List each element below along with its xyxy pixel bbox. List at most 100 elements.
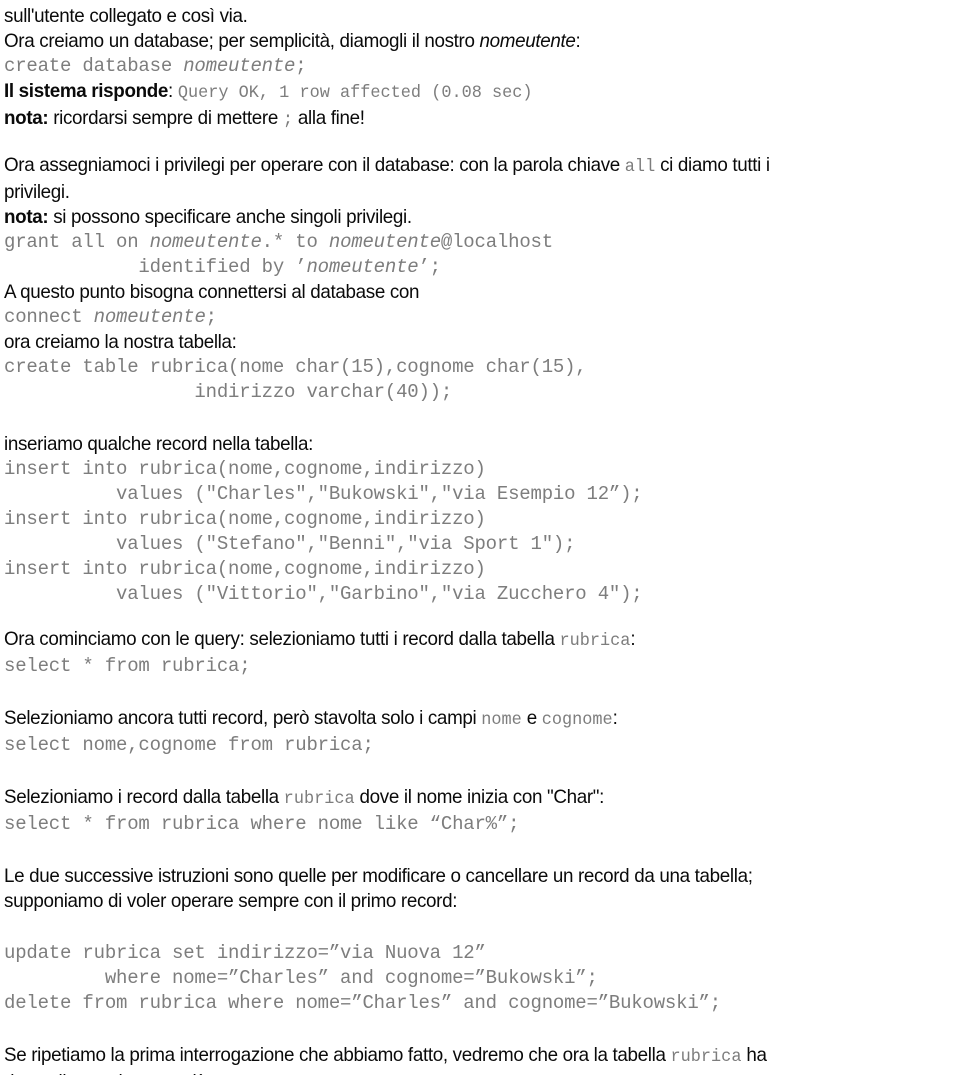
code-line-connect: connect nomeutente; (4, 305, 960, 330)
paragraph-line: Se ripetiamo la prima interrogazione che… (4, 1043, 927, 1070)
note-label: nota: (4, 206, 49, 228)
code-line-create-database: create database nomeutente; (4, 54, 960, 79)
code-line-delete: delete from rubrica where nome=”Charles”… (4, 991, 960, 1016)
text-run: supponiamo di voler operare sempre con i… (4, 890, 458, 912)
code-line-insert-3-values: values ("Vittorio","Garbino","via Zucche… (4, 582, 960, 607)
text-run: Ora assegniamoci i privilegi per operare… (4, 154, 625, 176)
paragraph-line: A questo punto bisogna connettersi al da… (4, 280, 927, 305)
code-line-grant: grant all on nomeutente.* to nomeutente@… (4, 230, 960, 255)
text-run: ha (741, 1044, 767, 1066)
text-run: Se ripetiamo la prima interrogazione che… (4, 1044, 671, 1066)
code-line-select-columns: select nome,cognome from rubrica; (4, 733, 960, 758)
paragraph-line: Ora creiamo un database; per semplicità,… (4, 29, 927, 54)
text-run: : (612, 707, 618, 729)
text-run: : (630, 628, 636, 650)
code-run: @localhost (440, 231, 553, 253)
code-run: create database (4, 55, 184, 77)
code-placeholder: nomeutente (328, 231, 441, 253)
paragraph-line: Ora assegniamoci i privilegi per operare… (4, 153, 927, 180)
paragraph-line: ora creiamo la nostra tabella: (4, 330, 927, 355)
text-run: Le due successive istruzioni sono quelle… (4, 865, 753, 887)
paragraph-line: Selezioniamo i record dalla tabella rubr… (4, 785, 927, 812)
code-line-update-where: where nome=”Charles” and cognome=”Bukows… (4, 966, 960, 991)
code-run: ’; (418, 256, 441, 278)
text-run: inseriamo qualche record nella tabella: (4, 433, 314, 455)
inline-code-run: rubrica (559, 631, 631, 651)
code-run: identified by ’ (4, 256, 307, 278)
code-run: ; (295, 55, 307, 77)
paragraph-line-note: nota: si possono specificare anche singo… (4, 205, 927, 230)
code-line-select-like: select * from rubrica where nome like “C… (4, 812, 960, 837)
code-line-insert-1: insert into rubrica(nome,cognome,indiriz… (4, 457, 960, 482)
emphasis-run: nomeutente (479, 30, 576, 52)
document-page: sull'utente collegato e così via. Ora cr… (0, 0, 960, 1075)
code-run: insert into rubrica(nome,cognome,indiriz… (4, 558, 486, 580)
paragraph-line: supponiamo di voler operare sempre con i… (4, 889, 927, 914)
text-run: Selezioniamo i record dalla tabella (4, 786, 284, 808)
code-line-insert-1-values: values ("Charles","Bukowski","via Esempi… (4, 482, 960, 507)
code-run: select * from rubrica where nome like “C… (4, 813, 520, 835)
text-run: alla fine! (293, 107, 365, 129)
document-body: sull'utente collegato e così via. Ora cr… (0, 0, 960, 1075)
code-placeholder: nomeutente (149, 231, 262, 253)
text-run: : (575, 30, 581, 52)
paragraph-line: sull'utente collegato e così via. (4, 4, 927, 29)
paragraph-line: Ora cominciamo con le query: selezioniam… (4, 627, 927, 654)
note-label: nota: (4, 107, 49, 129)
text-run: Ora creiamo un database; per semplicità,… (4, 30, 480, 52)
inline-code-run: ; (282, 110, 294, 130)
code-run: delete from rubrica where nome=”Charles”… (4, 992, 721, 1014)
code-placeholder: nomeutente (183, 55, 296, 77)
text-run: ci diamo tutti i (655, 154, 770, 176)
text-run: ricordarsi sempre di mettere (48, 107, 283, 129)
text-run: ora creiamo la nostra tabella: (4, 331, 237, 353)
code-run: insert into rubrica(nome,cognome,indiriz… (4, 508, 486, 530)
paragraph-line: inseriamo qualche record nella tabella: (4, 432, 927, 457)
inline-code-run: Query OK, 1 row affected (0.08 sec) (177, 83, 533, 103)
code-run: values ("Charles","Bukowski","via Esempi… (4, 483, 643, 505)
paragraph-line: Le due successive istruzioni sono quelle… (4, 864, 927, 889)
code-run: insert into rubrica(nome,cognome,indiriz… (4, 458, 486, 480)
text-run: Selezioniamo ancora tutti record, però s… (4, 707, 482, 729)
label-run: Il sistema risponde (4, 80, 169, 102)
code-run: select * from rubrica; (4, 655, 251, 677)
text-run: A questo punto bisogna connettersi al da… (4, 281, 420, 303)
code-line-update: update rubrica set indirizzo=”via Nuova … (4, 941, 960, 966)
code-run: values ("Vittorio","Garbino","via Zucche… (4, 583, 643, 605)
text-run: si possono specificare anche singoli pri… (48, 206, 412, 228)
code-placeholder: nomeutente (306, 256, 419, 278)
code-run: grant all on (4, 231, 150, 253)
code-run: indirizzo varchar(40)); (4, 381, 453, 403)
paragraph-line-note: nota: ricordarsi sempre di mettere ; all… (4, 106, 927, 133)
paragraph-line-system-response: Il sistema risponde: Query OK, 1 row aff… (4, 79, 927, 106)
paragraph-line: due soli record, e non più tre. (4, 1070, 927, 1075)
inline-code-run: rubrica (283, 789, 355, 809)
text-run: sull'utente collegato e così via. (4, 5, 248, 27)
code-run: where nome=”Charles” and cognome=”Bukows… (4, 967, 598, 989)
code-run: values ("Stefano","Benni","via Sport 1")… (4, 533, 576, 555)
code-run: select nome,cognome from rubrica; (4, 734, 374, 756)
inline-code-run: nome (481, 710, 522, 730)
text-run: due soli record, e non più tre. (4, 1071, 238, 1075)
text-run: : (168, 80, 178, 102)
code-run: .* to (261, 231, 329, 253)
inline-code-run: cognome (541, 710, 613, 730)
inline-code-run: all (624, 157, 656, 177)
text-run: dove il nome inizia con "Char": (354, 786, 605, 808)
code-line-identified-by: identified by ’nomeutente’; (4, 255, 960, 280)
code-line-insert-2-values: values ("Stefano","Benni","via Sport 1")… (4, 532, 960, 557)
code-line-insert-2: insert into rubrica(nome,cognome,indiriz… (4, 507, 960, 532)
code-run: ; (205, 306, 217, 328)
paragraph-line: privilegi. (4, 180, 927, 205)
code-line-select-all: select * from rubrica; (4, 654, 960, 679)
code-line-create-table: create table rubrica(nome char(15),cogno… (4, 355, 960, 380)
code-run: update rubrica set indirizzo=”via Nuova … (4, 942, 486, 964)
code-run: create table rubrica(nome char(15),cogno… (4, 356, 587, 378)
